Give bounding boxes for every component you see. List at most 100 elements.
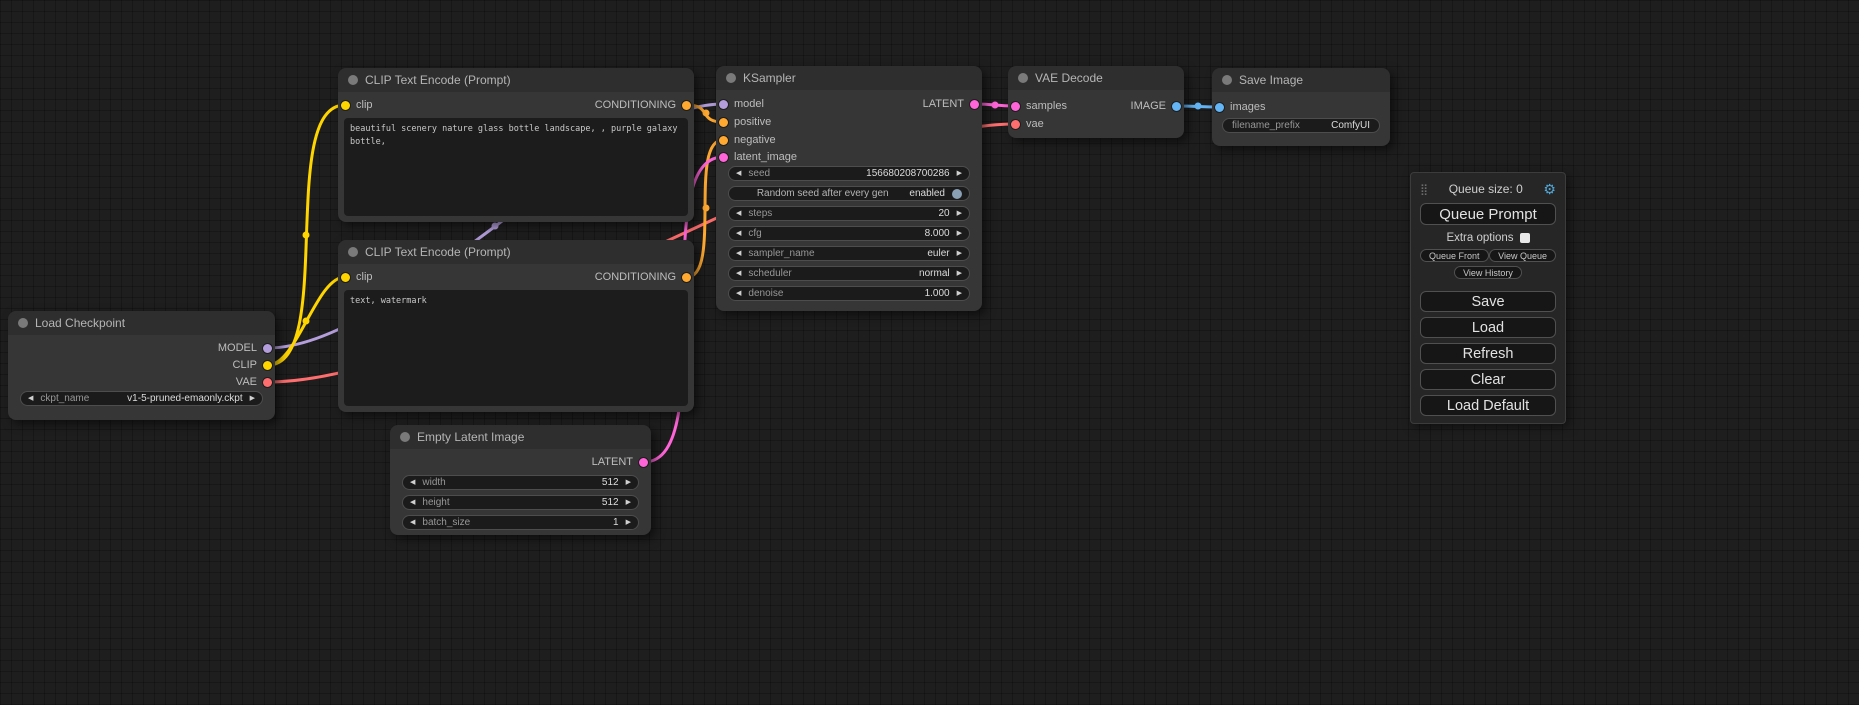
extra-options-checkbox[interactable] [1520,233,1530,243]
decrement-arrow-icon[interactable]: ◀ [28,395,33,402]
widget-seed[interactable]: ◀ seed 156680208700286 ▶ [728,166,970,181]
decrement-arrow-icon[interactable]: ◀ [736,210,741,217]
input-slot-samples[interactable] [1011,102,1020,111]
link-dot [992,102,999,109]
queue-front-button[interactable]: Queue Front [1420,249,1489,262]
decrement-arrow-icon[interactable]: ◀ [410,499,415,506]
output-slot-latent[interactable] [639,458,648,467]
link-dot [303,232,310,239]
load-default-button[interactable]: Load Default [1420,395,1556,416]
decrement-arrow-icon[interactable]: ◀ [736,270,741,277]
output-slot-latent[interactable] [970,100,979,109]
toggle-dot-icon[interactable] [952,189,962,199]
view-history-button[interactable]: View History [1454,266,1522,279]
node-load-checkpoint[interactable]: Load Checkpoint MODEL CLIP VAE ◀ ckpt_na… [8,311,275,420]
output-slot-conditioning[interactable] [682,273,691,282]
increment-arrow-icon[interactable]: ▶ [957,230,962,237]
prompt-textarea[interactable]: beautiful scenery nature glass bottle la… [344,118,688,216]
node-title: Load Checkpoint [35,316,125,330]
node-clip-text-encode-negative[interactable]: CLIP Text Encode (Prompt) clip CONDITION… [338,240,694,412]
decrement-arrow-icon[interactable]: ◀ [410,479,415,486]
widget-width[interactable]: ◀ width 512 ▶ [402,475,639,490]
decrement-arrow-icon[interactable]: ◀ [736,170,741,177]
extra-options-label: Extra options [1446,232,1513,244]
widget-label: width [422,477,445,488]
output-label-conditioning: CONDITIONING [595,99,676,111]
widget-random-seed-toggle[interactable]: Random seed after every gen enabled [728,186,970,201]
widget-cfg[interactable]: ◀ cfg 8.000 ▶ [728,226,970,241]
collapse-dot-icon[interactable] [1222,75,1232,85]
node-titlebar[interactable]: Empty Latent Image [390,425,651,449]
prompt-textarea[interactable]: text, watermark [344,290,688,406]
node-titlebar[interactable]: CLIP Text Encode (Prompt) [338,240,694,264]
node-titlebar[interactable]: VAE Decode [1008,66,1184,90]
widget-value: 1 [613,517,619,528]
node-vae-decode[interactable]: VAE Decode samples IMAGE vae [1008,66,1184,138]
widget-sampler-name[interactable]: ◀ sampler_name euler ▶ [728,246,970,261]
settings-gear-icon[interactable]: ⚙ [1543,181,1556,198]
collapse-dot-icon[interactable] [726,73,736,83]
node-save-image[interactable]: Save Image images filename_prefix ComfyU… [1212,68,1390,146]
widget-filename-prefix[interactable]: filename_prefix ComfyUI [1222,118,1380,133]
widget-batch-size[interactable]: ◀ batch_size 1 ▶ [402,515,639,530]
widget-denoise[interactable]: ◀ denoise 1.000 ▶ [728,286,970,301]
output-label-latent: LATENT [923,98,964,110]
node-ksampler[interactable]: KSampler model LATENT positive negative … [716,66,982,311]
widget-height[interactable]: ◀ height 512 ▶ [402,495,639,510]
increment-arrow-icon[interactable]: ▶ [250,395,255,402]
input-slot-positive[interactable] [719,118,728,127]
increment-arrow-icon[interactable]: ▶ [626,499,631,506]
increment-arrow-icon[interactable]: ▶ [626,519,631,526]
collapse-dot-icon[interactable] [348,75,358,85]
refresh-button[interactable]: Refresh [1420,343,1556,364]
node-clip-text-encode-positive[interactable]: CLIP Text Encode (Prompt) clip CONDITION… [338,68,694,222]
view-queue-button[interactable]: View Queue [1489,249,1556,262]
node-titlebar[interactable]: Load Checkpoint [8,311,275,335]
save-button[interactable]: Save [1420,291,1556,312]
collapse-dot-icon[interactable] [400,432,410,442]
output-slot-model[interactable] [263,344,272,353]
collapse-dot-icon[interactable] [18,318,28,328]
increment-arrow-icon[interactable]: ▶ [626,479,631,486]
queue-prompt-button[interactable]: Queue Prompt [1420,203,1556,225]
output-slot-clip[interactable] [263,361,272,370]
node-graph-canvas[interactable]: Load Checkpoint MODEL CLIP VAE ◀ ckpt_na… [0,0,1859,705]
menu-drag-handle-icon[interactable]: ⣿ [1420,183,1428,196]
widget-label: height [422,497,449,508]
decrement-arrow-icon[interactable]: ◀ [736,250,741,257]
output-slot-conditioning[interactable] [682,101,691,110]
node-empty-latent-image[interactable]: Empty Latent Image LATENT ◀ width 512 ▶ … [390,425,651,535]
widget-label: cfg [748,228,761,239]
input-slot-model[interactable] [719,100,728,109]
collapse-dot-icon[interactable] [1018,73,1028,83]
output-label-model: MODEL [218,342,257,354]
input-slot-clip[interactable] [341,101,350,110]
increment-arrow-icon[interactable]: ▶ [957,270,962,277]
input-slot-negative[interactable] [719,136,728,145]
increment-arrow-icon[interactable]: ▶ [957,170,962,177]
decrement-arrow-icon[interactable]: ◀ [736,290,741,297]
increment-arrow-icon[interactable]: ▶ [957,210,962,217]
output-slot-image[interactable] [1172,102,1181,111]
widget-steps[interactable]: ◀ steps 20 ▶ [728,206,970,221]
widget-scheduler[interactable]: ◀ scheduler normal ▶ [728,266,970,281]
node-titlebar[interactable]: CLIP Text Encode (Prompt) [338,68,694,92]
widget-label: sampler_name [748,248,814,259]
input-slot-latent-image[interactable] [719,153,728,162]
node-titlebar[interactable]: Save Image [1212,68,1390,92]
increment-arrow-icon[interactable]: ▶ [957,250,962,257]
load-button[interactable]: Load [1420,317,1556,338]
decrement-arrow-icon[interactable]: ◀ [410,519,415,526]
collapse-dot-icon[interactable] [348,247,358,257]
output-label-image: IMAGE [1131,100,1166,112]
node-titlebar[interactable]: KSampler [716,66,982,90]
increment-arrow-icon[interactable]: ▶ [957,290,962,297]
output-slot-vae[interactable] [263,378,272,387]
widget-ckpt-name[interactable]: ◀ ckpt_name v1-5-pruned-emaonly.ckpt ▶ [20,391,263,406]
decrement-arrow-icon[interactable]: ◀ [736,230,741,237]
input-slot-vae[interactable] [1011,120,1020,129]
clear-button[interactable]: Clear [1420,369,1556,390]
input-slot-clip[interactable] [341,273,350,282]
input-label-vae: vae [1026,118,1044,130]
input-slot-images[interactable] [1215,103,1224,112]
